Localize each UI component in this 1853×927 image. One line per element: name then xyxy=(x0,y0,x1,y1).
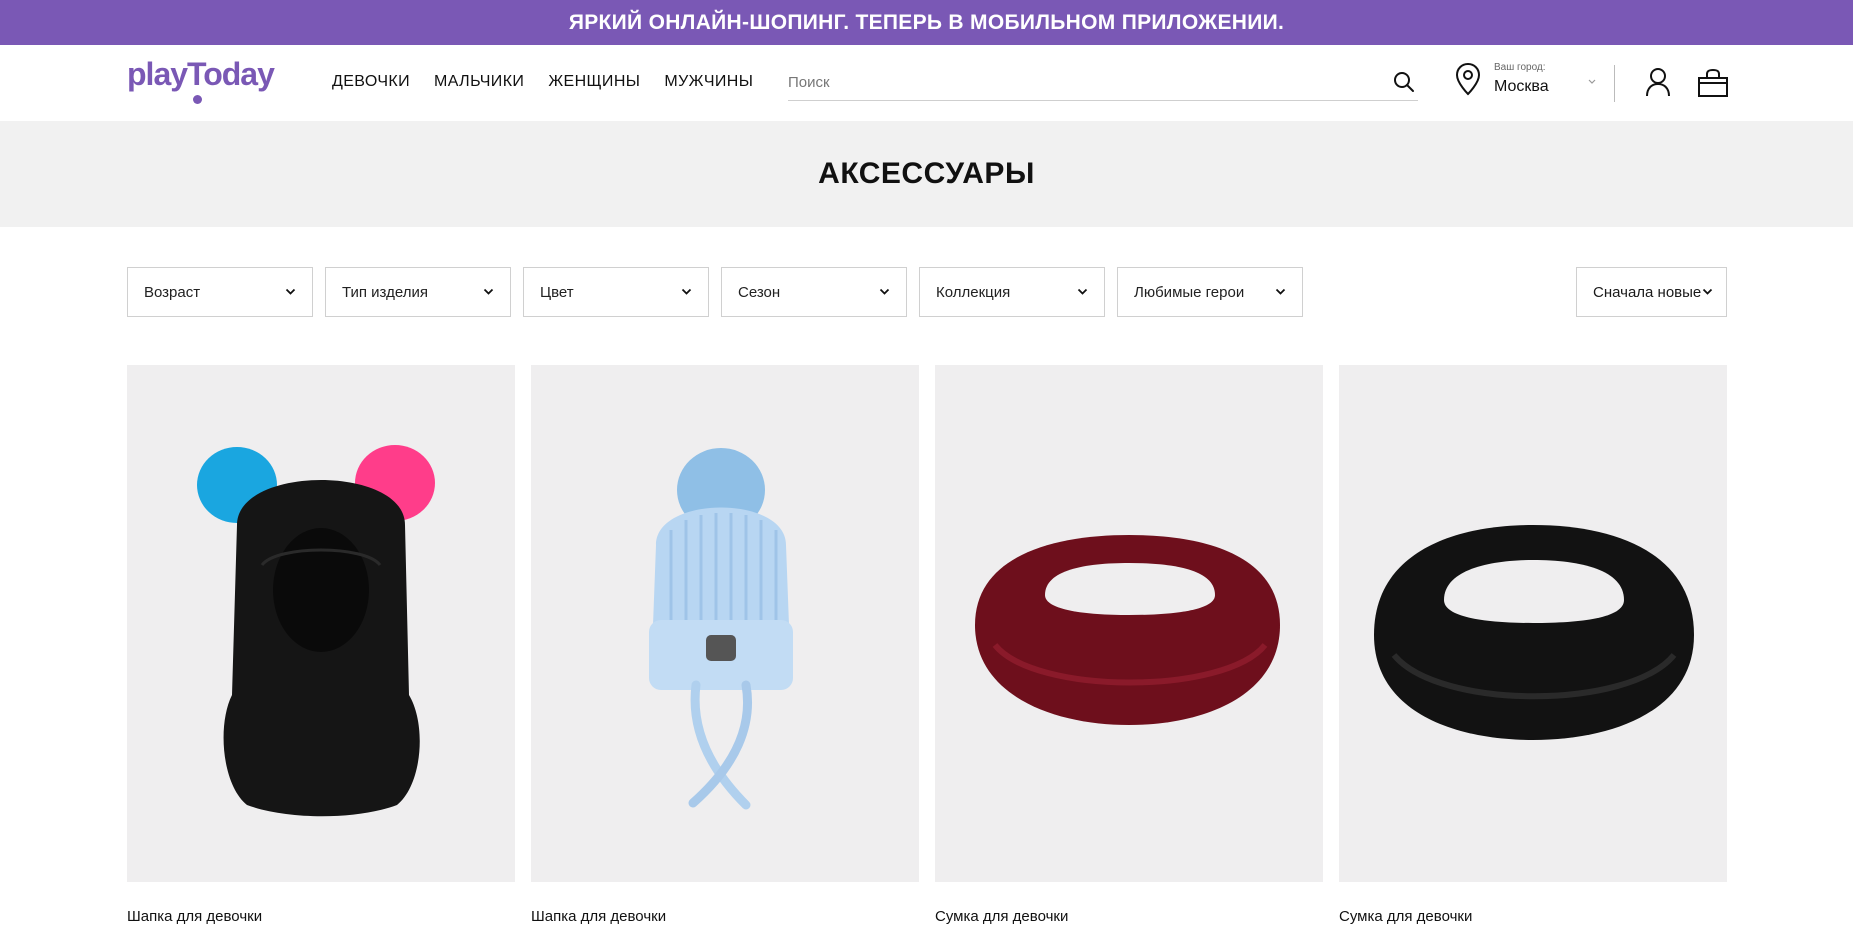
chevron-down-icon xyxy=(879,288,890,295)
filter-label: Сезон xyxy=(738,284,781,301)
filter-favorite-heroes[interactable]: Любимые герои xyxy=(1117,267,1303,317)
page-title: АКСЕССУАРЫ xyxy=(818,157,1035,190)
filter-label: Возраст xyxy=(144,284,201,301)
cart-bag-icon[interactable] xyxy=(1697,68,1729,98)
logo[interactable]: playToday xyxy=(127,56,275,106)
product-name[interactable]: Сумка для девочки xyxy=(935,908,1323,925)
balaclava-image xyxy=(127,365,515,882)
user-icon[interactable] xyxy=(1645,67,1671,97)
filter-age[interactable]: Возраст xyxy=(127,267,313,317)
search-bar xyxy=(788,63,1418,101)
product-image[interactable] xyxy=(531,365,919,882)
chevron-down-icon xyxy=(1702,288,1713,295)
city-label: Ваш город: xyxy=(1494,62,1546,73)
site-header: playToday ДЕВОЧКИ МАЛЬЧИКИ ЖЕНЩИНЫ МУЖЧИ… xyxy=(0,45,1853,121)
chevron-down-icon xyxy=(1275,288,1286,295)
search-input[interactable] xyxy=(788,71,1368,93)
chevron-down-icon xyxy=(1077,288,1088,295)
product-name[interactable]: Шапка для девочки xyxy=(127,908,515,925)
product-name[interactable]: Сумка для девочки xyxy=(1339,908,1727,925)
burgundy-fur-bag-image xyxy=(935,365,1323,882)
filter-product-type[interactable]: Тип изделия xyxy=(325,267,511,317)
nav-item-boys[interactable]: МАЛЬЧИКИ xyxy=(434,73,524,91)
category-hero: АКСЕССУАРЫ xyxy=(0,121,1853,227)
filter-bar: Возраст Тип изделия Цвет Сезон Коллекция… xyxy=(127,267,1315,317)
sort-select[interactable]: Сначала новые xyxy=(1576,267,1727,317)
product-grid: Шапка для девочки Шапка для девочки Сумк… xyxy=(127,365,1727,925)
main-nav: ДЕВОЧКИ МАЛЬЧИКИ ЖЕНЩИНЫ МУЖЧИНЫ xyxy=(332,73,777,91)
location-pin-icon xyxy=(1455,62,1481,96)
chevron-down-icon xyxy=(681,288,692,295)
search-icon[interactable] xyxy=(1392,70,1416,94)
product-card[interactable]: Шапка для девочки xyxy=(127,365,515,925)
logo-text: playToday xyxy=(127,56,275,92)
filter-label: Любимые герои xyxy=(1134,284,1245,301)
product-card[interactable]: Шапка для девочки xyxy=(531,365,919,925)
product-image[interactable] xyxy=(935,365,1323,882)
filter-color[interactable]: Цвет xyxy=(523,267,709,317)
filter-season[interactable]: Сезон xyxy=(721,267,907,317)
filter-label: Коллекция xyxy=(936,284,1011,301)
chevron-down-icon xyxy=(285,288,296,295)
promo-text: ЯРКИЙ ОНЛАЙН-ШОПИНГ. ТЕПЕРЬ В МОБИЛЬНОМ … xyxy=(568,10,1285,34)
nav-item-women[interactable]: ЖЕНЩИНЫ xyxy=(548,73,640,91)
header-divider xyxy=(1614,65,1615,102)
chevron-down-icon xyxy=(483,288,494,295)
filter-label: Цвет xyxy=(540,284,574,301)
promo-banner[interactable]: ЯРКИЙ ОНЛАЙН-ШОПИНГ. ТЕПЕРЬ В МОБИЛЬНОМ … xyxy=(0,0,1853,45)
city-selector[interactable]: Ваш город: Москва xyxy=(1455,59,1600,107)
product-name[interactable]: Шапка для девочки xyxy=(531,908,919,925)
product-image[interactable] xyxy=(127,365,515,882)
product-image[interactable] xyxy=(1339,365,1727,882)
city-value: Москва xyxy=(1494,78,1549,95)
filter-label: Тип изделия xyxy=(342,284,428,301)
filter-collection[interactable]: Коллекция xyxy=(919,267,1105,317)
logo-dot xyxy=(193,95,202,104)
product-card[interactable]: Сумка для девочки xyxy=(1339,365,1727,925)
black-fur-bag-image xyxy=(1339,365,1727,882)
chevron-down-icon xyxy=(1588,79,1596,84)
sort-label: Сначала новые xyxy=(1593,284,1702,301)
knit-hat-image xyxy=(531,365,919,882)
nav-item-girls[interactable]: ДЕВОЧКИ xyxy=(332,73,410,91)
product-card[interactable]: Сумка для девочки xyxy=(935,365,1323,925)
nav-item-men[interactable]: МУЖЧИНЫ xyxy=(664,73,753,91)
